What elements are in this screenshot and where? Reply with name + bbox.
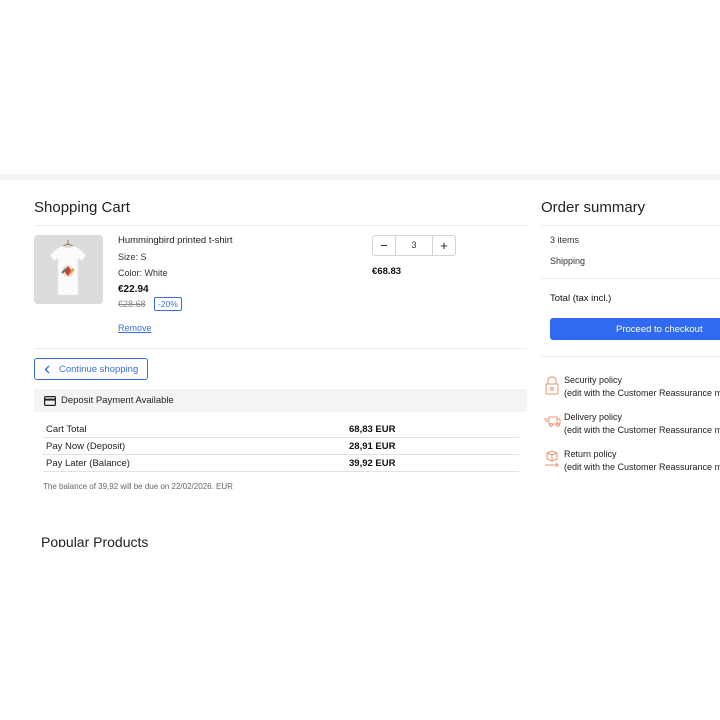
- reassurance-title: Security policy: [564, 375, 623, 385]
- summary-items-count: 3 items: [550, 235, 580, 245]
- summary-title: Order summary: [541, 199, 646, 216]
- deposit-row-value: 39,92 EUR: [349, 458, 396, 469]
- header-area: [0, 0, 720, 174]
- quantity-increase-button[interactable]: +: [432, 236, 455, 255]
- credit-card-icon: [44, 395, 56, 406]
- product-price: €22.94: [118, 284, 149, 295]
- balance-note: The balance of 39,92 will be due on 22/0…: [43, 482, 233, 491]
- chevron-left-icon: [44, 365, 50, 373]
- continue-shopping-button[interactable]: Continue shopping: [34, 358, 148, 380]
- reassurance-subtitle: (edit with the Customer Reassurance modu…: [564, 425, 720, 435]
- deposit-label: Deposit Payment Available: [61, 395, 174, 406]
- return-icon: [545, 450, 559, 468]
- cart-title-divider: [34, 225, 527, 226]
- cart-title: Shopping Cart: [34, 199, 130, 216]
- summary-total-label: Total (tax incl.): [550, 293, 612, 304]
- reassurance-item: Return policy (edit with the Customer Re…: [543, 449, 720, 477]
- deposit-row-value: 28,91 EUR: [349, 441, 396, 452]
- table-row: Pay Later (Balance) 39,92 EUR: [43, 455, 519, 472]
- summary-shipping: Shipping: [550, 256, 586, 266]
- reassurance-subtitle: (edit with the Customer Reassurance modu…: [564, 388, 720, 398]
- quantity-decrease-button[interactable]: −: [373, 236, 396, 255]
- discount-badge: -20%: [154, 297, 182, 311]
- lock-icon: [545, 376, 559, 395]
- summary-divider: [541, 225, 720, 226]
- deposit-header: Deposit Payment Available: [34, 389, 527, 412]
- remove-link[interactable]: Remove: [118, 323, 152, 333]
- quantity-stepper: − +: [372, 235, 456, 256]
- deposit-row-label: Cart Total: [46, 424, 87, 435]
- popular-products-title: Popular Products: [41, 534, 149, 547]
- product-size: Size: S: [118, 252, 147, 262]
- cart-divider: [34, 348, 527, 349]
- deposit-row-label: Pay Later (Balance): [46, 458, 130, 469]
- line-total: €68.83: [372, 266, 402, 277]
- summary-divider: [541, 278, 720, 279]
- checkout-button[interactable]: Proceed to checkout: [550, 318, 720, 340]
- reassurance-subtitle: (edit with the Customer Reassurance modu…: [564, 462, 720, 472]
- deposit-table: Cart Total 68,83 EUR Pay Now (Deposit) 2…: [43, 421, 519, 472]
- quantity-input[interactable]: [396, 236, 432, 255]
- table-row: Pay Now (Deposit) 28,91 EUR: [43, 438, 519, 455]
- table-row: Cart Total 68,83 EUR: [43, 421, 519, 438]
- truck-icon: [544, 416, 561, 427]
- product-old-price: €28.68: [118, 299, 146, 309]
- product-image[interactable]: [34, 235, 103, 304]
- product-color: Color: White: [118, 268, 168, 278]
- section-divider: [0, 174, 720, 180]
- tshirt-image: [34, 235, 103, 304]
- reassurance-item: Delivery policy (edit with the Customer …: [543, 412, 720, 440]
- reassurance-title: Return policy: [564, 449, 617, 459]
- continue-shopping-label: Continue shopping: [59, 363, 139, 375]
- reassurance-item: Security policy (edit with the Customer …: [543, 375, 720, 403]
- product-name[interactable]: Hummingbird printed t-shirt: [118, 235, 233, 246]
- reassurance-title: Delivery policy: [564, 412, 623, 422]
- summary-divider: [541, 356, 720, 357]
- deposit-row-value: 68,83 EUR: [349, 424, 396, 435]
- deposit-row-label: Pay Now (Deposit): [46, 441, 126, 452]
